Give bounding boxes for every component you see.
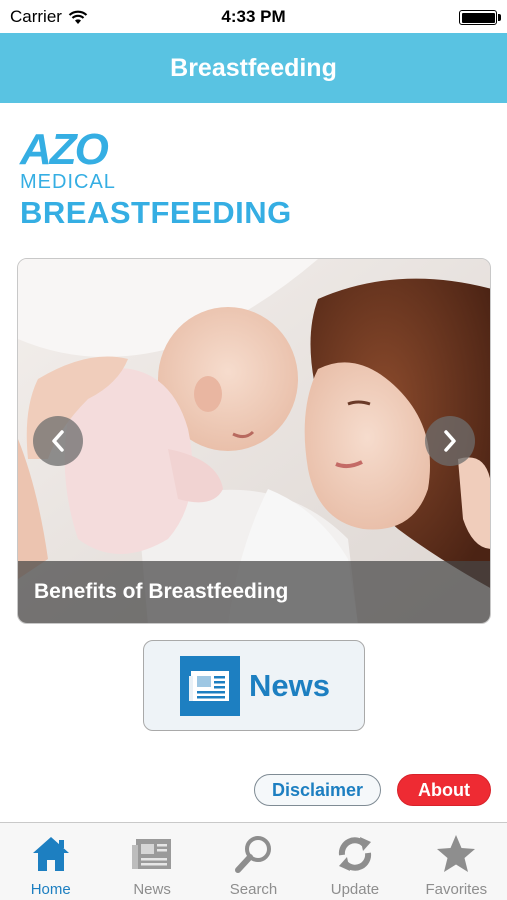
tab-home-label: Home <box>30 881 71 898</box>
image-slider[interactable]: Benefits of Breastfeeding <box>17 258 491 624</box>
slider-next-button[interactable] <box>425 416 475 466</box>
newspaper-icon <box>180 655 240 716</box>
chevron-left-icon <box>52 430 64 452</box>
logo-product: BREASTFEEDING <box>20 195 292 230</box>
slide-caption: Benefits of Breastfeeding <box>34 580 289 603</box>
news-button[interactable]: News <box>143 640 365 731</box>
azo-medical-logo: AZO MEDICAL BREASTFEEDING <box>20 128 292 230</box>
logo-sub: MEDICAL <box>20 171 116 193</box>
page-title: Breastfeeding <box>170 53 337 82</box>
about-label: About <box>418 779 470 800</box>
status-time: 4:33 PM <box>221 7 286 26</box>
tab-home[interactable]: Home <box>0 823 101 900</box>
chevron-right-icon <box>444 430 456 452</box>
slider-prev-button[interactable] <box>33 416 83 466</box>
logo-brand: AZO <box>20 125 109 174</box>
star-icon <box>434 832 478 876</box>
tab-bar: Home News Search Update Favorites <box>0 822 507 900</box>
slide-caption-bar: Benefits of Breastfeeding <box>18 561 490 623</box>
tab-news-label: News <box>133 881 171 898</box>
tab-favorites[interactable]: Favorites <box>406 823 507 900</box>
tab-favorites-label: Favorites <box>425 881 488 898</box>
tab-search-label: Search <box>229 881 278 898</box>
disclaimer-label: Disclaimer <box>271 779 364 800</box>
tab-search[interactable]: Search <box>203 823 304 900</box>
tab-update[interactable]: Update <box>304 823 405 900</box>
navigation-bar: Breastfeeding <box>0 33 507 103</box>
battery-tip <box>498 14 501 21</box>
disclaimer-button[interactable]: Disclaimer <box>254 774 381 806</box>
search-icon <box>232 832 276 876</box>
tab-update-label: Update <box>330 881 380 898</box>
news-button-label: News <box>249 667 330 703</box>
newspaper-icon <box>130 832 174 876</box>
refresh-icon <box>333 832 377 876</box>
home-icon <box>29 832 73 876</box>
status-bar: Carrier 4:33 PM <box>0 0 507 33</box>
about-button[interactable]: About <box>397 774 491 806</box>
tab-news[interactable]: News <box>101 823 202 900</box>
battery-icon <box>459 10 497 25</box>
